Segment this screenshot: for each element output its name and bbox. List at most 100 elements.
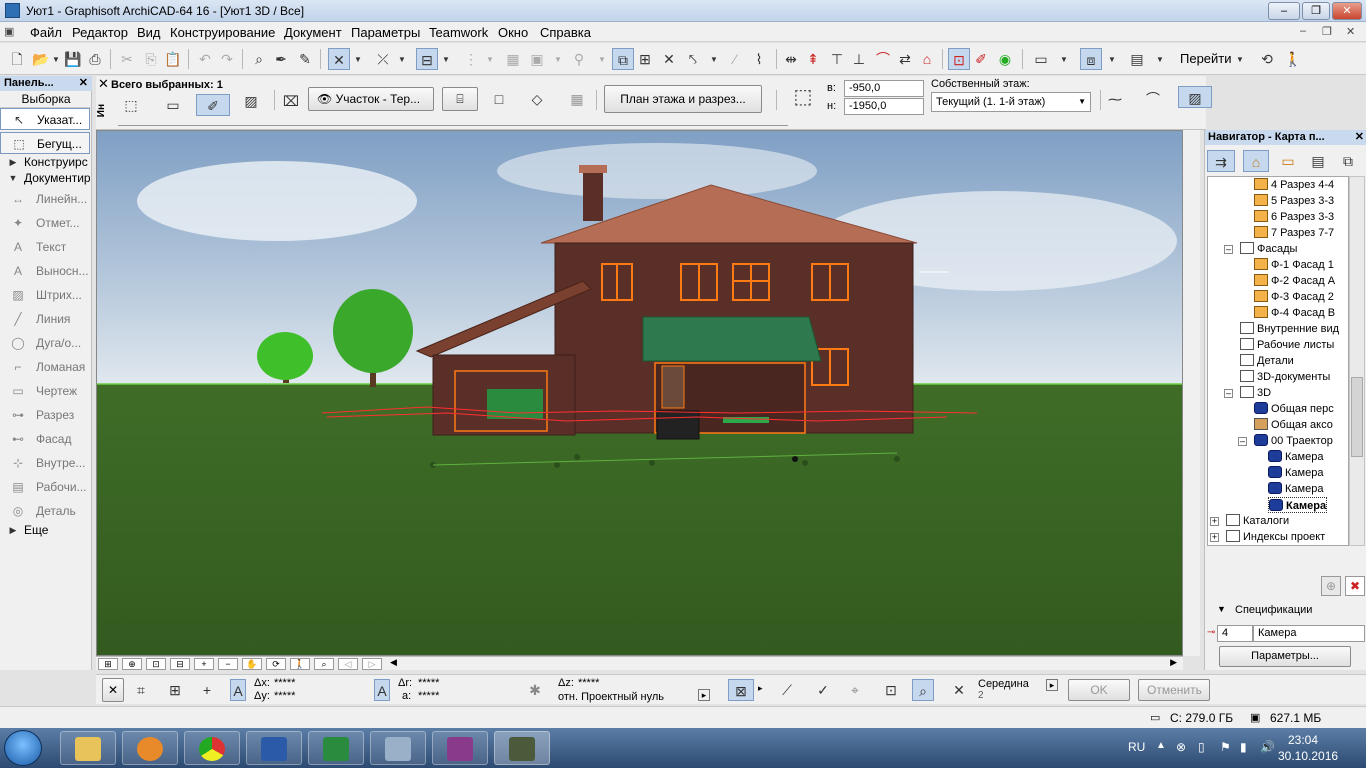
camera-icon[interactable]: ⌕: [314, 658, 334, 670]
menu-help[interactable]: Справка: [540, 25, 591, 40]
menu-edit[interactable]: Редактор: [72, 25, 128, 40]
dimension-icon[interactable]: ⊞: [634, 48, 656, 70]
eraser-icon[interactable]: ✐: [196, 94, 230, 116]
tree-item[interactable]: Фасады: [1240, 241, 1297, 257]
explore-icon[interactable]: 🚶: [290, 658, 310, 670]
taskbar-winrar[interactable]: [432, 731, 488, 765]
tree-item[interactable]: Ф-1 Фасад 1: [1254, 257, 1334, 273]
pick-icon[interactable]: ⤣: [682, 48, 704, 70]
delete-icon[interactable]: ✕: [658, 48, 680, 70]
tree-item[interactable]: 6 Разрез 3-3: [1254, 209, 1334, 225]
fill-icon[interactable]: ▨: [236, 90, 266, 112]
suspend-groups-icon[interactable]: ⧉: [612, 48, 634, 70]
mirror-icon[interactable]: ⇄: [894, 48, 916, 70]
rect-icon[interactable]: □: [488, 88, 510, 110]
group-dropdown-icon[interactable]: ▼: [554, 55, 562, 64]
align-icon[interactable]: ▦: [502, 48, 524, 70]
navigator-scrollbar[interactable]: [1349, 176, 1365, 546]
view-mode-icon[interactable]: ⊞: [98, 658, 118, 670]
tree-item[interactable]: 4 Разрез 4-4: [1254, 177, 1334, 193]
top-offset-field[interactable]: -950,0: [844, 80, 924, 97]
guide-dropdown-icon[interactable]: ▸: [758, 683, 763, 694]
viewport-vertical-scrollbar[interactable]: [1183, 130, 1200, 656]
line-type-icon[interactable]: ⁓: [1104, 88, 1126, 110]
origin-icon[interactable]: +: [196, 679, 218, 701]
copy-icon[interactable]: ⎘: [140, 48, 162, 70]
split-icon[interactable]: ⤫: [372, 48, 394, 70]
resize-icon[interactable]: ⊥: [848, 48, 870, 70]
stretch-icon[interactable]: ⊤: [826, 48, 848, 70]
tree-item[interactable]: Ф-3 Фасад 2: [1254, 289, 1334, 305]
infobox-close-icon[interactable]: ✕: [98, 76, 109, 92]
next-zoom-icon[interactable]: ▷: [362, 658, 382, 670]
snap-guide-icon[interactable]: ⌖: [844, 679, 866, 701]
menu-view[interactable]: Вид: [137, 25, 161, 40]
tool-18[interactable]: ◎ Деталь: [0, 500, 90, 522]
syringe-icon[interactable]: ✎: [294, 48, 316, 70]
tool-15[interactable]: ⊷ Фасад: [0, 428, 90, 450]
taskbar-chrome[interactable]: [184, 731, 240, 765]
offset-icon[interactable]: ⇞: [802, 48, 824, 70]
hatch-icon[interactable]: ▦: [566, 88, 588, 110]
tool-7[interactable]: A Текст: [0, 236, 90, 258]
device-icon[interactable]: ▯: [1198, 740, 1205, 754]
absolute-coords-icon[interactable]: A: [230, 679, 246, 701]
tool-11[interactable]: ◯ Дуга/о...: [0, 332, 90, 354]
guide-line-icon[interactable]: ⊠: [728, 679, 754, 701]
new-view-icon[interactable]: ⊕: [1321, 576, 1341, 596]
zoom-out-icon[interactable]: −: [218, 658, 238, 670]
layout-icon[interactable]: ▤: [1126, 48, 1148, 70]
select-rect-icon[interactable]: ⬚: [120, 94, 142, 116]
menu-options[interactable]: Параметры: [351, 25, 420, 40]
tool-13[interactable]: ▭ Чертеж: [0, 380, 90, 402]
grid-dropdown-icon[interactable]: ▼: [486, 55, 494, 64]
z-icon[interactable]: ✱: [524, 679, 546, 701]
clock-time[interactable]: 23:04: [1288, 733, 1318, 747]
ruler-icon[interactable]: ⁄: [724, 48, 746, 70]
tool-9[interactable]: ▨ Штрих...: [0, 284, 90, 306]
find-select-icon[interactable]: ⌕: [248, 48, 270, 70]
undo-icon[interactable]: ↶: [194, 48, 216, 70]
archicad-app-icon[interactable]: [5, 3, 20, 18]
open-dropdown-icon[interactable]: ▼: [52, 55, 60, 64]
outline-icon[interactable]: ⌸: [442, 87, 478, 111]
orbit-view-icon[interactable]: ⟳: [266, 658, 286, 670]
cancel-edit-icon[interactable]: ✕: [102, 678, 124, 702]
project-map-tree[interactable]: 4 Разрез 4-4 5 Разрез 3-3 6 Разрез 3-3 7 Ра…: [1207, 176, 1349, 546]
tree-expander[interactable]: +: [1210, 533, 1219, 542]
specs-collapse-icon[interactable]: ▼: [1217, 604, 1226, 614]
slope-icon[interactable]: ⌒: [1142, 88, 1164, 110]
mdi-minimize-icon[interactable]: –: [1300, 25, 1306, 37]
paste-icon[interactable]: 📋: [162, 48, 184, 70]
layer-selector[interactable]: 👁 Участок - Тер...: [308, 87, 434, 111]
action-center-icon[interactable]: ⚑: [1220, 740, 1231, 754]
target-icon[interactable]: ◉: [994, 48, 1016, 70]
tree-item[interactable]: Рабочие листы: [1240, 337, 1334, 353]
tool-14[interactable]: ⊶ Разрез: [0, 404, 90, 426]
tree-item[interactable]: 3D: [1240, 385, 1271, 401]
3d-viewport[interactable]: [96, 130, 1183, 656]
tree-item[interactable]: Ф-2 Фасад А: [1254, 273, 1335, 289]
mdi-close-icon[interactable]: ✕: [1346, 25, 1355, 38]
save-icon[interactable]: 💾: [62, 48, 84, 70]
delete-view-icon[interactable]: ✖: [1345, 576, 1365, 596]
marquee-icon[interactable]: ▭: [162, 94, 184, 116]
navigator-mode-icon[interactable]: ⇉: [1207, 150, 1235, 172]
rotated-rect-icon[interactable]: ◇: [526, 88, 548, 110]
tree-item[interactable]: Детали: [1240, 353, 1294, 369]
minimize-button[interactable]: –: [1268, 2, 1300, 20]
trace-icon[interactable]: ✕: [328, 48, 350, 70]
tool-17[interactable]: ▤ Рабочи...: [0, 476, 90, 498]
arc-icon[interactable]: ⌒: [872, 48, 894, 70]
tree-item[interactable]: Каталоги: [1226, 513, 1289, 529]
tree-expander[interactable]: –: [1224, 389, 1233, 398]
floor-plan-section-button[interactable]: План этажа и разрез...: [604, 85, 762, 113]
menu-teamwork[interactable]: Teamwork: [429, 25, 488, 40]
tree-expander[interactable]: –: [1238, 437, 1247, 446]
tree-item[interactable]: Камера: [1268, 497, 1328, 513]
start-button[interactable]: [4, 730, 42, 766]
zoom-window-icon[interactable]: ⊕: [122, 658, 142, 670]
snap-point-icon[interactable]: ✓: [812, 679, 834, 701]
navigator-close-icon[interactable]: ✕: [1355, 130, 1364, 145]
signal-icon[interactable]: ▮: [1240, 740, 1247, 754]
